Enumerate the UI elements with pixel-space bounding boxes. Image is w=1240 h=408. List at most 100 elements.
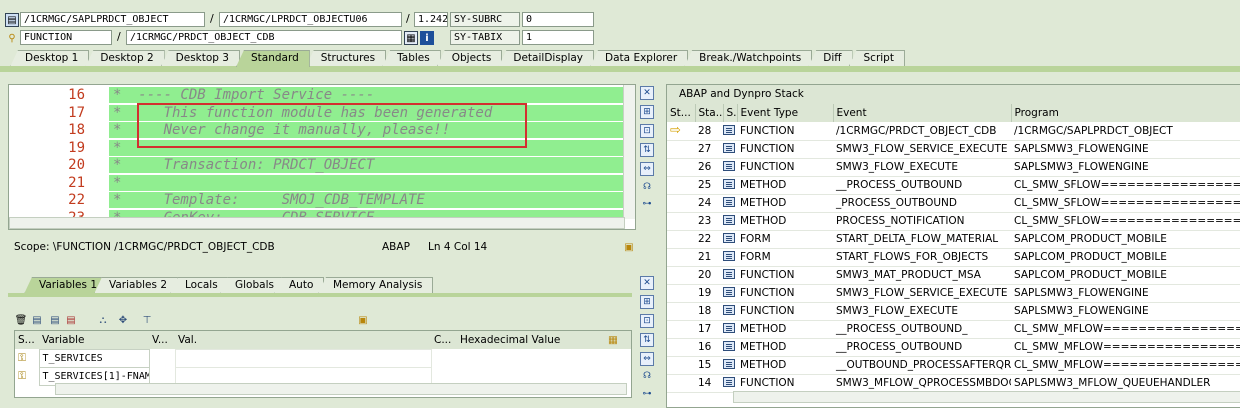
tab-desktop-3[interactable]: Desktop 3 — [160, 50, 240, 67]
add-icon[interactable]: ▤ — [30, 313, 44, 327]
editor-vscroll[interactable] — [623, 85, 635, 219]
close-pane-icon[interactable]: ✕ — [640, 276, 654, 290]
program-name[interactable]: SAPLSMW3_FLOWENGINE — [1011, 302, 1240, 321]
event-name[interactable]: __PROCESS_OUTBOUND — [833, 176, 1011, 195]
table-row[interactable]: 26 FUNCTION SMW3_FLOW_EXECUTE SAPLSMW3_FLOW… — [667, 158, 1240, 177]
split-icon[interactable]: ⊞ — [640, 105, 654, 119]
display-icon[interactable]: ▦ — [404, 31, 418, 45]
program-name[interactable]: CL_SMW_SFLOW=================C — [1011, 212, 1240, 231]
tab-desktop-1[interactable]: Desktop 1 — [10, 50, 90, 67]
tab-structures[interactable]: Structures — [305, 50, 387, 67]
tab-standard[interactable]: Standard — [235, 50, 310, 67]
include-field[interactable]: /1CRMGC/LPRDCT_OBJECTU06 — [219, 12, 402, 27]
program-name[interactable]: CL_SMW_MFLOW=================. — [1011, 320, 1240, 339]
variables-hscroll[interactable] — [55, 383, 627, 395]
line-field[interactable]: 1.242 — [414, 12, 448, 27]
variables-table[interactable]: S... Variable V... Val. C... Hexadecimal… — [14, 330, 632, 398]
sy-tabix-value[interactable]: 1 — [522, 30, 594, 45]
tab-auto[interactable]: Auto — [274, 277, 325, 294]
table-row[interactable]: 22 FORM START_DELTA_FLOW_MATERIAL SAPLCOM_P… — [667, 230, 1240, 249]
table-row[interactable]: 20 FUNCTION SMW3_MAT_PRODUCT_MSA SAPLCOM_PR… — [667, 266, 1240, 285]
col-event[interactable]: Event — [833, 104, 1012, 122]
col-s[interactable]: S.. — [723, 104, 738, 122]
export-icon[interactable]: ▤ — [64, 313, 78, 327]
event-name[interactable]: SMW3_FLOW_SERVICE_EXECUTE — [833, 140, 1011, 159]
event-name[interactable]: SMW3_FLOW_EXECUTE — [833, 302, 1011, 321]
code-text[interactable]: * — [109, 174, 623, 191]
table-row[interactable]: 18 FUNCTION SMW3_FLOW_EXECUTE SAPLSMW3_FLOW… — [667, 302, 1240, 321]
save-icon[interactable]: ▣ — [356, 313, 370, 327]
table-row[interactable]: 27 FUNCTION SMW3_FLOW_SERVICE_EXECUTE SAPLS… — [667, 140, 1240, 159]
code-line[interactable]: 20 * Transaction: PRDCT_OBJECT — [9, 157, 623, 175]
col-st[interactable]: St... — [667, 104, 696, 122]
delete-icon[interactable]: 🗑 — [14, 313, 28, 327]
stack-hscroll[interactable] — [733, 391, 1240, 403]
event-name[interactable]: __PROCESS_OUTBOUND — [833, 338, 1011, 357]
program-name[interactable]: SAPLCOM_PRODUCT_MOBILE — [1011, 248, 1240, 267]
type-field[interactable]: FUNCTION — [20, 30, 112, 45]
program-name[interactable]: CL_SMW_SFLOW=================C — [1011, 176, 1240, 195]
hierarchy-icon[interactable]: ⛬ — [96, 313, 110, 327]
event-name[interactable]: _PROCESS_OUTBOUND — [833, 194, 1011, 213]
swap-icon[interactable]: ⇅ — [640, 333, 654, 347]
filter-icon[interactable]: ⊤ — [140, 313, 154, 327]
event-name[interactable]: SMW3_MFLOW_QPROCESSMBDOC — [833, 374, 1011, 393]
tab-locals[interactable]: Locals — [170, 277, 229, 294]
event-name[interactable]: START_FLOWS_FOR_OBJECTS — [833, 248, 1011, 267]
width-icon[interactable]: ⇔ — [640, 162, 654, 176]
code-text[interactable]: * Template: SMOJ_CDB_TEMPLATE — [109, 192, 623, 208]
tab-objects[interactable]: Objects — [436, 50, 503, 67]
program-name[interactable]: SAPLSMW3_MFLOW_QUEUEHANDLER — [1011, 374, 1240, 393]
tree-icon[interactable]: ⊶ — [640, 388, 654, 402]
table-row[interactable]: 16 METHOD __PROCESS_OUTBOUND CL_SMW_MFLOW==… — [667, 338, 1240, 357]
event-name[interactable]: PROCESS_NOTIFICATION — [833, 212, 1011, 231]
tab-script[interactable]: Script — [848, 50, 905, 67]
split-icon[interactable]: ⊞ — [640, 295, 654, 309]
table-row[interactable]: 23 METHOD PROCESS_NOTIFICATION CL_SMW_SFLOW… — [667, 212, 1240, 231]
program-name[interactable]: CL_SMW_MFLOW=================. — [1011, 356, 1240, 375]
tab-tables[interactable]: Tables — [382, 50, 441, 67]
remove-icon[interactable]: ▤ — [48, 313, 62, 327]
program-name[interactable]: CL_SMW_SFLOW=================C — [1011, 194, 1240, 213]
editor-hscroll[interactable] — [9, 217, 625, 229]
event-name[interactable]: SMW3_MAT_PRODUCT_MSA — [833, 266, 1011, 285]
maximize-icon[interactable]: ⊡ — [640, 314, 654, 328]
swap-icon[interactable]: ⇅ — [640, 143, 654, 157]
column-settings-icon[interactable]: ▦ — [605, 331, 631, 349]
table-row[interactable]: 24 METHOD _PROCESS_OUTBOUND CL_SMW_SFLOW===… — [667, 194, 1240, 213]
col-sta[interactable]: Sta... — [695, 104, 724, 122]
table-row[interactable]: 25 METHOD __PROCESS_OUTBOUND CL_SMW_SFLOW==… — [667, 176, 1240, 195]
move-icon[interactable]: ✥ — [116, 313, 130, 327]
width-icon[interactable]: ⇔ — [640, 352, 654, 366]
close-pane-icon[interactable]: ✕ — [640, 86, 654, 100]
code-text[interactable]: * ---- CDB Import Service ---- — [109, 87, 623, 103]
program-name[interactable]: SAPLSMW3_FLOWENGINE — [1011, 158, 1240, 177]
info-icon[interactable]: i — [420, 31, 434, 45]
code-line[interactable]: 21 * — [9, 174, 623, 193]
table-row[interactable]: 15 METHOD __OUTBOUND_PROCESSAFTERQRFC CL_SM… — [667, 356, 1240, 375]
tab-breakpoints[interactable]: Break./Watchpoints — [684, 50, 813, 67]
event-name[interactable]: /1CRMGC/PRDCT_OBJECT_CDB — [833, 122, 1011, 141]
headset-icon[interactable]: ☊ — [640, 370, 654, 384]
code-text[interactable]: * Transaction: PRDCT_OBJECT — [109, 157, 623, 173]
program-name[interactable]: SAPLSMW3_FLOWENGINE — [1011, 284, 1240, 303]
col-hex[interactable]: Hexadecimal Value — [457, 331, 605, 349]
tab-diff[interactable]: Diff — [808, 50, 853, 67]
col-v[interactable]: V... — [149, 331, 175, 349]
event-name[interactable]: SMW3_FLOW_EXECUTE — [833, 158, 1011, 177]
col-event-type[interactable]: Event Type — [737, 104, 834, 122]
program-name[interactable]: CL_SMW_MFLOW=================. — [1011, 338, 1240, 357]
headset-icon[interactable]: ☊ — [640, 181, 654, 195]
col-status[interactable]: S... — [15, 331, 39, 349]
tab-variables-2[interactable]: Variables 2 — [94, 277, 179, 294]
variable-name[interactable]: T_SERVICES — [38, 348, 150, 368]
table-row[interactable]: 21 FORM START_FLOWS_FOR_OBJECTS SAPLCOM_PRO… — [667, 248, 1240, 267]
code-line[interactable]: 22 * Template: SMOJ_CDB_TEMPLATE — [9, 192, 623, 210]
program-name[interactable]: SAPLCOM_PRODUCT_MOBILE — [1011, 266, 1240, 285]
program-name[interactable]: SAPLSMW3_FLOWENGINE — [1011, 140, 1240, 159]
tab-memory-analysis[interactable]: Memory Analysis — [318, 277, 434, 294]
sy-subrc-value[interactable]: 0 — [522, 12, 594, 27]
name-field[interactable]: /1CRMGC/PRDCT_OBJECT_CDB — [126, 30, 402, 45]
table-row[interactable]: 17 METHOD __PROCESS_OUTBOUND_ CL_SMW_MFLOW=… — [667, 320, 1240, 339]
tree-icon[interactable]: ⊶ — [640, 198, 654, 212]
